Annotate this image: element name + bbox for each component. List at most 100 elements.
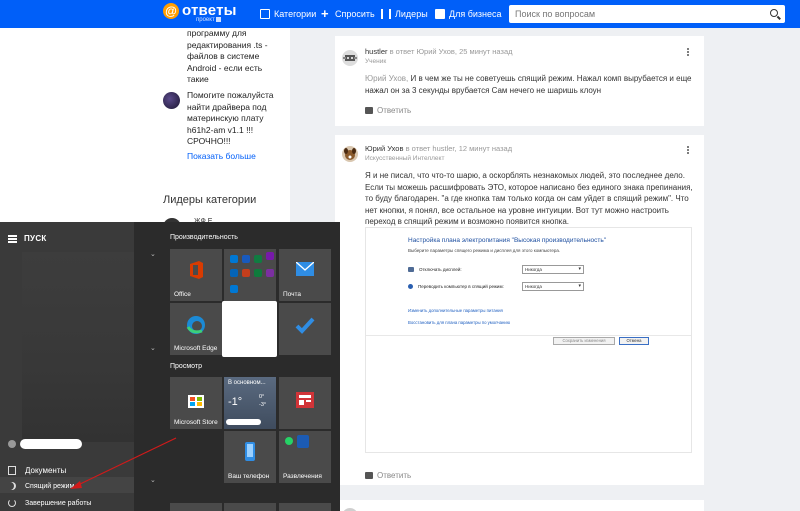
documents-item[interactable]: Документы [8,466,66,475]
related-question-2[interactable]: Помогите пожалуйста найти драйвера под м… [187,90,282,148]
power-plan-screenshot: Настройка плана электропитания "Высокая … [365,227,692,453]
nav-ask[interactable]: + Спросить [321,0,375,28]
skype-icon [230,285,238,293]
shutdown-item[interactable]: Завершение работы [8,499,91,507]
brand-subtitle: проект [196,17,222,23]
user-name-redacted[interactable] [20,439,82,449]
display-off-row: Отключать дисплей: [408,267,462,272]
monitor-icon [408,267,414,272]
group-browse[interactable]: Просмотр [170,363,202,370]
search-icon[interactable] [770,9,778,17]
tile-entertainment[interactable]: Развлечения [279,431,331,483]
tile-partial[interactable] [224,503,276,511]
sleep-item[interactable]: Спящий режим [8,482,74,490]
comment-author[interactable]: hustler [365,47,388,56]
moon-icon [8,482,16,490]
tile-news[interactable] [279,377,331,429]
redacted-area [222,301,277,357]
comment-header: Юрий Ухов в ответ hustler, 12 минут наза… [365,144,513,153]
phone-icon [245,442,255,461]
comment-text: Юрий Ухов, И в чем же ты не советуешь сп… [365,74,692,95]
tile-partial[interactable] [279,503,331,511]
dialog-subtitle: Выберите параметры спящего режима и дисп… [408,248,561,253]
weather-temp: -1° [228,396,243,408]
powerpoint-icon [242,269,250,277]
comment-icon [365,107,373,114]
publisher-icon [254,269,262,277]
leaders-heading: Лидеры категории [163,194,257,206]
tile-your-phone[interactable]: Ваш телефон [224,431,276,483]
avatar [163,92,180,109]
news-icon [296,392,314,408]
plus-icon: + [321,6,329,21]
top-bar: @ ответы проект Категории + Спросить Лид… [0,0,800,28]
more-options-icon[interactable] [687,48,689,50]
author-rank: Искусственный Интеллект [365,155,445,162]
tile-edge[interactable]: Microsoft Edge [170,303,222,355]
tile-partial[interactable] [170,503,222,511]
windows-start-menu: ПУСК Документы Спящий режим Завершение р… [0,222,340,511]
chevron-down-icon[interactable]: ⌄ [150,344,156,352]
reply-button[interactable]: Ответить [365,106,411,115]
comment-time: 12 минут назад [458,144,513,153]
office-icon [190,261,203,279]
chevron-down-icon[interactable]: ⌄ [150,476,156,484]
show-more-link[interactable]: Показать больше [187,151,256,161]
comment-time: 25 минут назад [459,47,513,56]
reply-button[interactable]: Ответить [365,471,411,480]
at-logo-icon: @ [163,3,179,19]
tile-office[interactable]: Office [170,249,222,301]
cancel-button[interactable]: Отмена [619,337,649,345]
tile-office-apps[interactable] [224,249,276,301]
power-icon [8,499,16,507]
group-productivity[interactable]: Производительность [170,234,238,241]
onedrive-icon [230,269,238,277]
brand-name: ответы [182,2,237,19]
comment-header: hustler в ответ Юрий Ухов, 25 минут наза… [365,47,513,56]
bar-chart-icon [381,9,391,19]
tile-mail[interactable]: Почта [279,249,331,301]
comment-card: hustler в ответ Юрий Ухов, 25 минут наза… [335,36,704,126]
sleep-select[interactable]: Никогда [522,282,584,291]
tile-weather[interactable]: В основном... -1° 0° -3° [224,377,276,429]
avatar [342,146,358,162]
whatsapp-icon [285,437,293,445]
user-avatar[interactable] [8,440,16,448]
nav-leaders[interactable]: Лидеры [381,0,428,28]
avatar [342,50,358,66]
comment-card [335,500,704,511]
dialog-title: Настройка плана электропитания "Высокая … [408,237,607,244]
robot-avatar-icon [343,55,357,61]
briefcase-icon [435,9,445,19]
tile-todo[interactable] [279,303,331,355]
restore-defaults-link[interactable]: Восстановить для плана параметры по умол… [408,320,510,325]
excel-icon [254,255,262,263]
more-options-icon[interactable] [687,146,689,148]
nav-business[interactable]: Для бизнеса [435,0,502,28]
dog-avatar-icon [344,148,356,160]
chevron-down-icon[interactable]: ⌄ [150,250,156,258]
comment-icon [365,472,373,479]
mail-icon [296,262,314,276]
checkmark-icon [295,317,315,334]
save-changes-button[interactable]: Сохранить изменения [553,337,615,345]
related-question-1[interactable]: программу для редактирования .ts - файло… [187,28,282,86]
grid-icon [260,9,270,19]
document-icon [8,466,16,475]
comment-author[interactable]: Юрий Ухов [365,144,403,153]
blurred-area [22,252,134,442]
search-box [509,5,785,23]
hamburger-menu-icon[interactable] [8,235,17,237]
redacted-area [226,419,261,425]
edge-icon [186,316,205,334]
search-input[interactable] [509,5,749,23]
answers-feed: hustler в ответ Юрий Ухов, 25 минут наза… [335,28,705,511]
word-icon [242,255,250,263]
tile-store[interactable]: Microsoft Store [170,377,222,429]
display-off-select[interactable]: Никогда [522,265,584,274]
outlook-icon [230,255,238,263]
brand-logo[interactable]: @ ответы проект [163,2,237,23]
sleep-row: Переводить компьютер в спящий режим: [408,284,504,289]
nav-categories[interactable]: Категории [260,0,316,28]
advanced-power-link[interactable]: Изменить дополнительные параметры питани… [408,308,503,313]
